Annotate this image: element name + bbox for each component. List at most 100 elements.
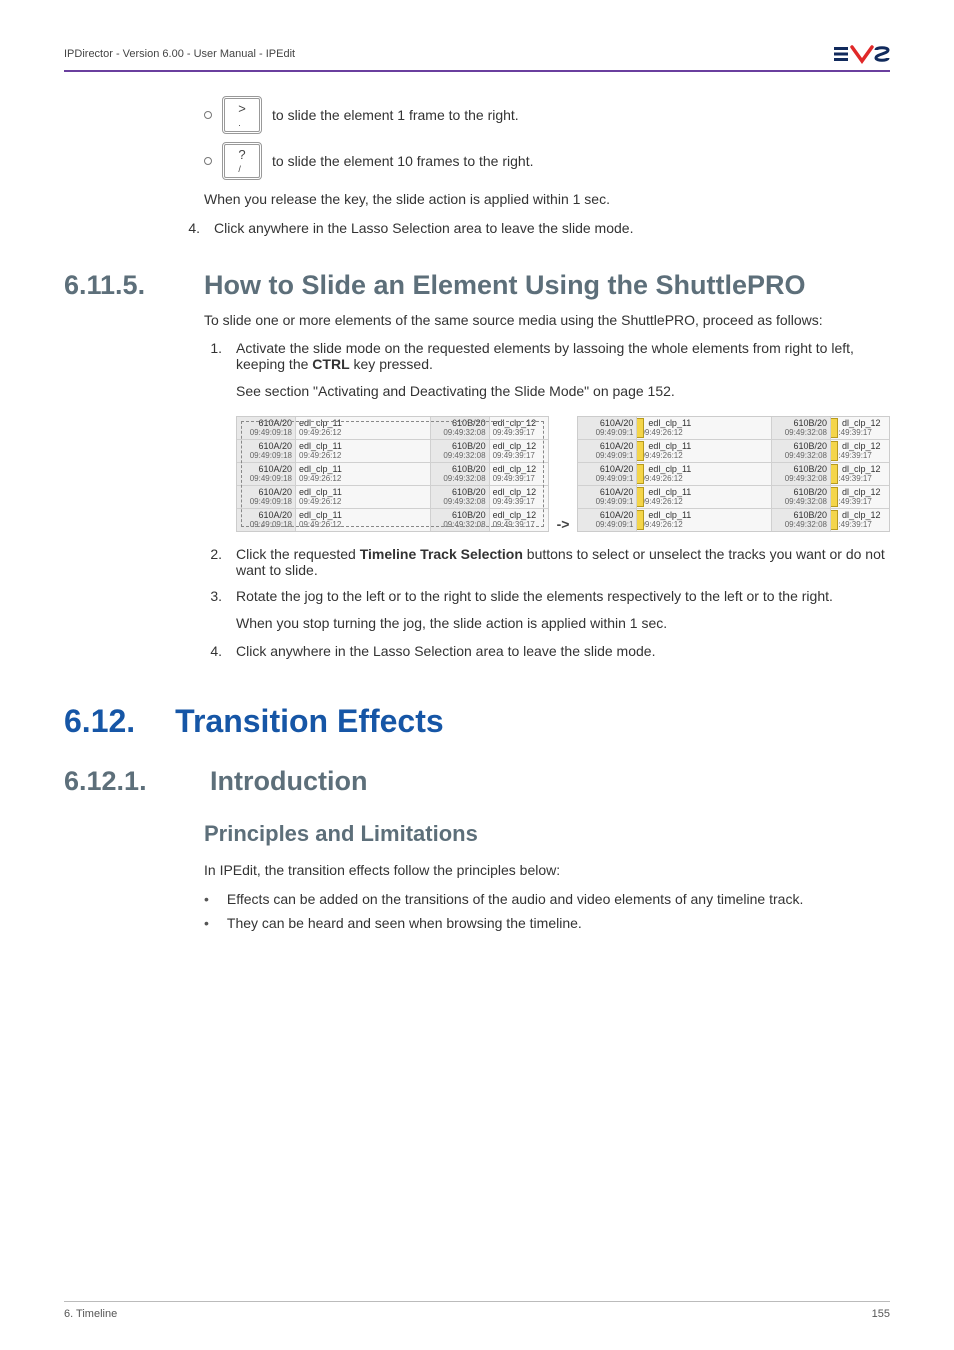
cell-ntc: 09:49:39:17 <box>493 520 545 529</box>
cell-id: 610A/20 <box>581 487 633 497</box>
cell-name: edl_clp_11 <box>299 418 427 428</box>
cell-ntc: 09:49:26:12 <box>640 451 768 460</box>
cell-id: 610A/20 <box>581 464 633 474</box>
cell-name: edl_clp_12 <box>493 418 545 428</box>
step-4-top: 4. Click anywhere in the Lasso Selection… <box>182 220 890 236</box>
cell-name: dl_clp_12 <box>842 441 886 451</box>
cell-id: 610B/20 <box>434 418 486 428</box>
key-sublabel: . <box>238 118 241 128</box>
step-3: 3. Rotate the jog to the left or to the … <box>204 588 890 604</box>
table-row: 610A/2009:49:09:18 edl_clp_1109:49:26:12… <box>237 508 548 531</box>
cell-ntc: 09:49:26:12 <box>299 497 427 506</box>
cell-tc: 09:49:09:18 <box>240 497 292 506</box>
slide-1-text: to slide the element 1 frame to the righ… <box>272 107 519 123</box>
bullet-1-text: Effects can be added on the transitions … <box>227 891 803 907</box>
cell-name: edl_clp_11 <box>299 510 427 520</box>
cell-ntc: 9:49:39:17 <box>834 428 886 437</box>
cell-name: dl_clp_12 <box>842 418 886 428</box>
cell-id: 610B/20 <box>775 441 827 451</box>
cell-ntc: 09:49:39:17 <box>493 428 545 437</box>
table-row: 610A/2009:49:09:18 edl_clp_1109:49:26:12… <box>237 485 548 508</box>
section-number-6-12-1: 6.12.1. <box>64 766 184 797</box>
cell-ntc: 9:49:39:17 <box>834 451 886 460</box>
slide-marker-icon <box>637 510 644 530</box>
cell-tc: 09:49:32:08 <box>775 474 827 483</box>
cell-name: dl_clp_12 <box>842 510 886 520</box>
key-label: > <box>238 101 246 116</box>
cell-id: 610B/20 <box>434 487 486 497</box>
cell-name: edl_clp_12 <box>493 464 545 474</box>
section-title-6-12: Transition Effects <box>175 703 444 740</box>
cell-tc: 09:49:09:1 <box>581 497 633 506</box>
cell-id: 610A/20 <box>240 464 292 474</box>
bullet-effects-added: • Effects can be added on the transition… <box>204 891 890 907</box>
bullet-2-text: They can be heard and seen when browsing… <box>227 915 582 931</box>
cell-name: dl_clp_12 <box>842 487 886 497</box>
bullet-dot-icon: • <box>204 915 209 931</box>
keyboard-key-right-1-icon: >. <box>222 96 262 134</box>
cell-tc: 09:49:09:1 <box>581 451 633 460</box>
arrow-right-icon: -> <box>557 416 570 532</box>
cell-id: 610B/20 <box>775 464 827 474</box>
slide-marker-icon <box>831 487 838 507</box>
cell-id: 610A/20 <box>240 418 292 428</box>
step-4-text: Click anywhere in the Lasso Selection ar… <box>236 643 655 659</box>
cell-id: 610B/20 <box>434 510 486 520</box>
step-4-text: Click anywhere in the Lasso Selection ar… <box>214 220 633 236</box>
stop-jog-note: When you stop turning the jog, the slide… <box>236 614 890 634</box>
cell-id: 610B/20 <box>434 464 486 474</box>
step-3-text: Rotate the jog to the left or to the rig… <box>236 588 833 604</box>
cell-tc: 09:49:32:08 <box>434 497 486 506</box>
principles-intro: In IPEdit, the transition effects follow… <box>204 861 890 881</box>
section-title-6-11-5: How to Slide an Element Using the Shuttl… <box>204 270 890 301</box>
key-label: ? <box>238 147 245 162</box>
step-1-post: key pressed. <box>350 356 433 372</box>
cell-tc: 09:49:09:18 <box>240 520 292 529</box>
slide-marker-icon <box>831 510 838 530</box>
cell-ntc: 9:49:39:17 <box>834 497 886 506</box>
see-section-ref: See section "Activating and Deactivating… <box>236 382 890 402</box>
cell-id: 610A/20 <box>581 441 633 451</box>
table-row: 610A/2009:49:09:18 edl_clp_1109:49:26:12… <box>237 417 548 439</box>
cell-ntc: 9:49:39:17 <box>834 474 886 483</box>
cell-name: edl_clp_11 <box>648 441 768 451</box>
bullet-heard-seen: • They can be heard and seen when browsi… <box>204 915 890 931</box>
evs-logo <box>834 44 890 64</box>
cell-tc: 09:49:09:1 <box>581 428 633 437</box>
slide-marker-icon <box>637 441 644 461</box>
ctrl-key-label: CTRL <box>312 356 349 372</box>
slide-marker-icon <box>831 441 838 461</box>
cell-name: edl_clp_11 <box>299 441 427 451</box>
breadcrumb: IPDirector - Version 6.00 - User Manual … <box>64 48 295 60</box>
cell-tc: 09:49:32:08 <box>775 520 827 529</box>
cell-tc: 09:49:32:08 <box>775 428 827 437</box>
footer-chapter: 6. Timeline <box>64 1308 117 1320</box>
cell-tc: 09:49:09:1 <box>581 474 633 483</box>
cell-ntc: 09:49:39:17 <box>493 497 545 506</box>
heading-principles: Principles and Limitations <box>204 821 890 847</box>
table-row: 610A/2009:49:09:1 edl_clp_1109:49:26:12 … <box>578 439 889 462</box>
shuttle-intro: To slide one or more elements of the sam… <box>204 311 890 331</box>
cell-id: 610A/20 <box>240 441 292 451</box>
cell-ntc: 09:49:26:12 <box>640 520 768 529</box>
cell-tc: 09:49:09:18 <box>240 451 292 460</box>
release-note: When you release the key, the slide acti… <box>204 190 890 210</box>
slide-marker-icon <box>831 464 838 484</box>
cell-id: 610A/20 <box>240 487 292 497</box>
open-bullet-icon <box>204 111 212 119</box>
timeline-before: 610A/2009:49:09:18 edl_clp_1109:49:26:12… <box>236 416 549 532</box>
step-1: 1. Activate the slide mode on the reques… <box>204 340 890 372</box>
cell-ntc: 09:49:26:12 <box>299 474 427 483</box>
step-number: 4. <box>182 220 200 236</box>
cell-ntc: 09:49:26:12 <box>640 474 768 483</box>
page-footer: 6. Timeline 155 <box>64 1301 890 1320</box>
cell-name: edl_clp_11 <box>299 487 427 497</box>
table-row: 610A/2009:49:09:1 edl_clp_1109:49:26:12 … <box>578 417 889 439</box>
keyboard-key-right-10-icon: ?/ <box>222 142 262 180</box>
step-2: 2. Click the requested Timeline Track Se… <box>204 546 890 578</box>
cell-tc: 09:49:32:08 <box>434 474 486 483</box>
footer-page-number: 155 <box>872 1308 890 1320</box>
table-row: 610A/2009:49:09:18 edl_clp_1109:49:26:12… <box>237 462 548 485</box>
step-number: 1. <box>204 340 222 372</box>
slide-marker-icon <box>637 418 644 438</box>
